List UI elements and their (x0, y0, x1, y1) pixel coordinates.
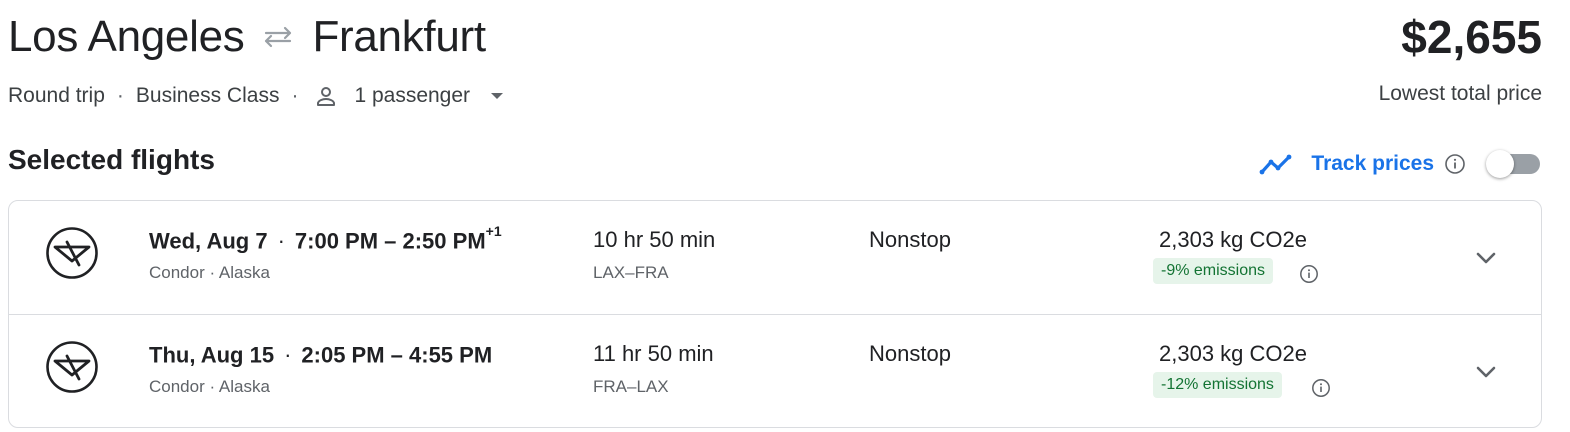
dropdown-caret-icon[interactable] (490, 86, 510, 106)
time-range: 2:05 PM – 4:55 PM (301, 342, 493, 368)
time-range: 7:00 PM – 2:50 PM (294, 228, 486, 254)
info-icon[interactable] (1311, 378, 1331, 398)
route-title: Los Angeles Frankfurt (8, 8, 1542, 66)
destination-city: Frankfurt (312, 12, 486, 61)
trip-type: Round trip (8, 84, 105, 107)
co2-amount: 2,303 kg CO2e (1159, 341, 1307, 366)
airport-codes: FRA–LAX (593, 377, 669, 396)
section-title: Selected flights (8, 144, 215, 175)
separator-dot: · (284, 342, 292, 368)
emissions-badge: -9% emissions (1153, 258, 1274, 284)
airline-names: Condor · Alaska (149, 263, 270, 282)
selected-flights-list: Wed, Aug 7 · 7:00 PM – 2:50 PM+1 Condor · … (8, 200, 1542, 428)
passenger-count[interactable]: 1 passenger (354, 84, 470, 108)
flight-times: Wed, Aug 7 · 7:00 PM – 2:50 PM+1 (149, 223, 502, 254)
chevron-down-icon[interactable] (1471, 357, 1501, 387)
trip-options: Round trip · Business Class · 1 passenge… (8, 82, 510, 110)
flight-row[interactable]: Thu, Aug 15 · 2:05 PM – 4:55 PM Condor · A… (9, 314, 1541, 427)
stops-info: Nonstop (869, 341, 951, 366)
track-prices-toggle[interactable] (1486, 149, 1542, 179)
flight-duration: 10 hr 50 min (593, 227, 716, 252)
chevron-down-icon[interactable] (1471, 243, 1501, 273)
trip-header: Los Angeles Frankfurt Round trip · Busin… (8, 8, 1542, 108)
stops-info: Nonstop (869, 227, 951, 252)
separator-dot: · (116, 84, 124, 107)
condor-logo-icon (45, 340, 99, 394)
trending-line-icon (1259, 150, 1297, 178)
departure-date: Wed, Aug 7 (149, 228, 268, 254)
track-prices-control[interactable]: Track prices (1259, 144, 1542, 184)
info-icon[interactable] (1299, 264, 1319, 284)
selected-flights-header: Selected flights Track prices (8, 140, 1542, 188)
condor-logo-icon (45, 226, 99, 280)
flight-row[interactable]: Wed, Aug 7 · 7:00 PM – 2:50 PM+1 Condor · … (9, 201, 1541, 314)
flight-duration: 11 hr 50 min (593, 341, 714, 366)
separator-dot: · (291, 84, 299, 107)
airline-names: Condor · Alaska (149, 377, 270, 396)
separator-dot: · (277, 228, 285, 254)
swap-arrows-icon (254, 17, 302, 57)
price-label: Lowest total price (1378, 82, 1542, 105)
cabin-class: Business Class (135, 84, 280, 107)
info-icon[interactable] (1444, 153, 1466, 175)
lowest-price: $2,655 (1401, 11, 1542, 63)
person-icon (314, 82, 342, 110)
track-prices-label[interactable]: Track prices (1311, 152, 1434, 176)
day-offset: +1 (485, 223, 502, 239)
flight-times: Thu, Aug 15 · 2:05 PM – 4:55 PM (149, 341, 492, 368)
airport-codes: LAX–FRA (593, 263, 669, 282)
origin-city: Los Angeles (8, 12, 245, 61)
emissions-badge: -12% emissions (1153, 372, 1282, 398)
departure-date: Thu, Aug 15 (149, 342, 275, 368)
co2-amount: 2,303 kg CO2e (1159, 227, 1307, 252)
toggle-knob (1486, 150, 1514, 178)
